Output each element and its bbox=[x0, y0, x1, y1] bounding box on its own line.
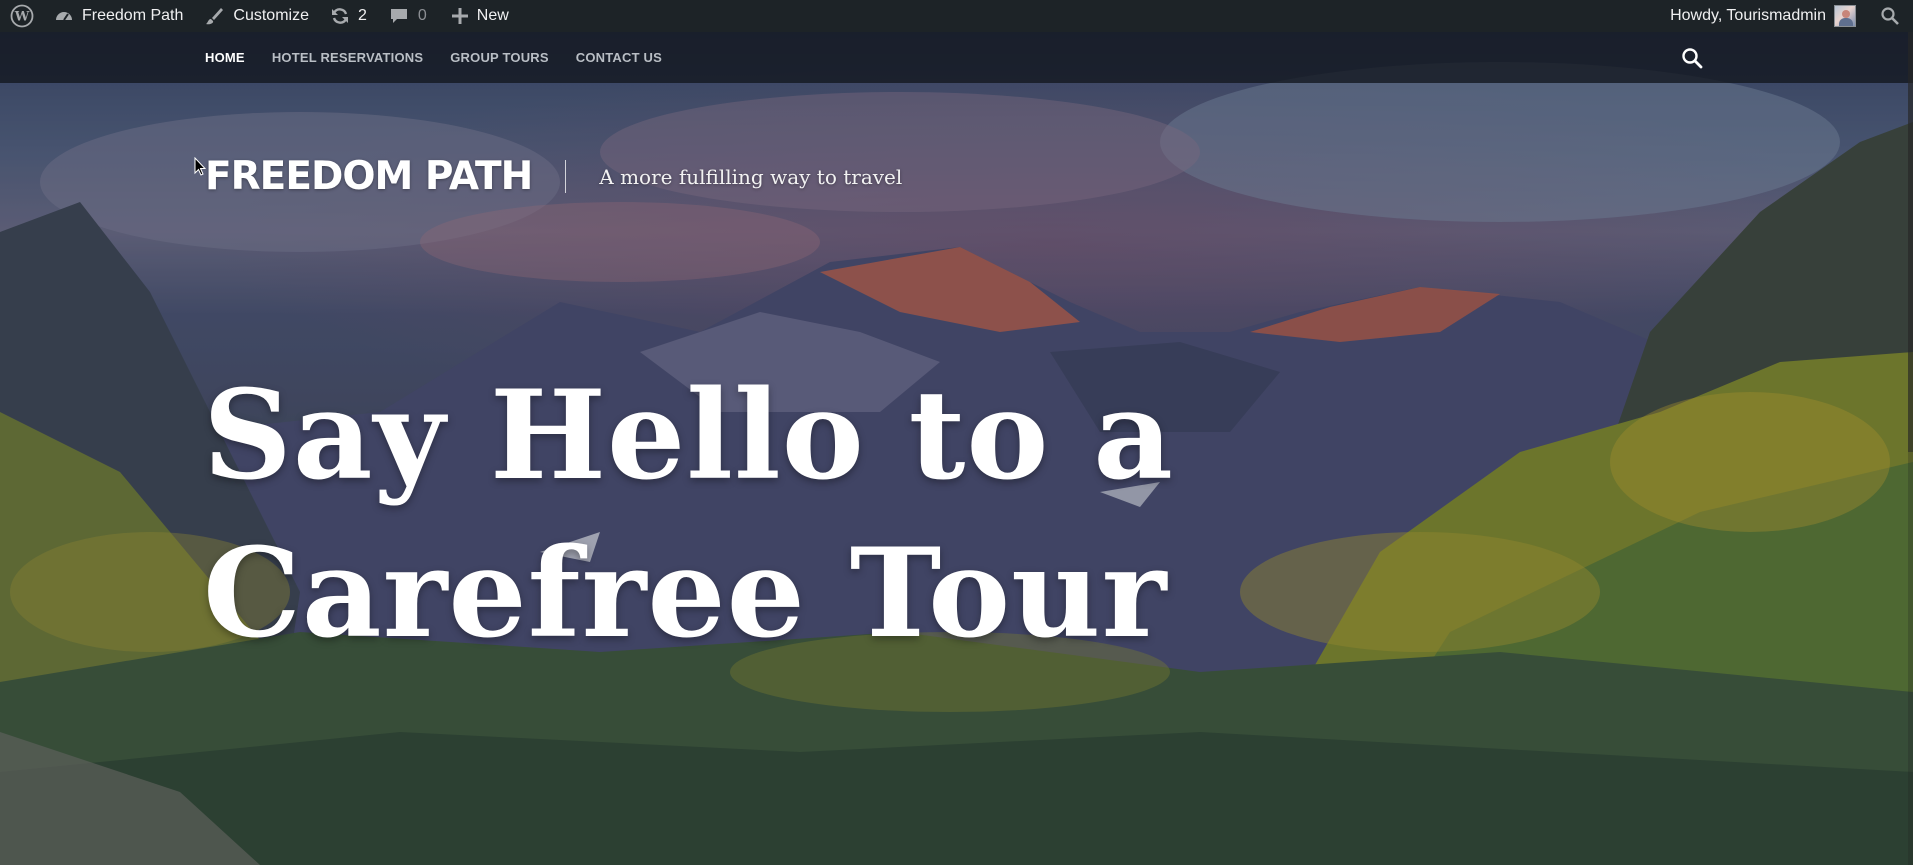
site-search-icon[interactable] bbox=[1680, 46, 1704, 70]
admin-bar: W Freedom Path Customize 2 0 New Howdy, … bbox=[0, 0, 1913, 32]
updates-refresh-icon bbox=[331, 8, 348, 24]
site-name-label: Freedom Path bbox=[82, 7, 184, 24]
new-content-button[interactable]: New bbox=[427, 0, 509, 32]
nav-menu: HOME HOTEL RESERVATIONS GROUP TOURS CONT… bbox=[205, 50, 662, 65]
title-divider bbox=[565, 160, 567, 193]
nav-item-home[interactable]: HOME bbox=[205, 50, 245, 65]
mouse-cursor-icon bbox=[194, 157, 206, 176]
nav-item-contact-us[interactable]: CONTACT US bbox=[576, 50, 662, 65]
site-branding: FREEDOM PATH A more fulfilling way to tr… bbox=[205, 154, 902, 199]
nav-item-hotel-reservations[interactable]: HOTEL RESERVATIONS bbox=[272, 50, 423, 65]
plus-icon bbox=[451, 8, 468, 24]
updates-count: 2 bbox=[357, 7, 367, 24]
site-name-menu[interactable]: Freedom Path bbox=[42, 0, 183, 32]
comments-button[interactable]: 0 bbox=[367, 0, 427, 32]
new-label: New bbox=[476, 7, 509, 24]
comment-bubble-icon bbox=[390, 9, 407, 23]
dashboard-gauge-icon bbox=[56, 12, 72, 21]
scrollbar-thumb[interactable] bbox=[1908, 32, 1913, 452]
paintbrush-icon bbox=[206, 8, 224, 25]
hero-headline: Say Hello to a Carefree Tour bbox=[203, 364, 1174, 666]
my-account-menu[interactable]: Howdy, Tourismadmin bbox=[1670, 0, 1870, 32]
search-icon bbox=[1881, 7, 1899, 25]
svg-text:W: W bbox=[14, 10, 30, 25]
customize-label: Customize bbox=[233, 7, 309, 24]
hero-section: HOME HOTEL RESERVATIONS GROUP TOURS CONT… bbox=[0, 32, 1913, 865]
updates-button[interactable]: 2 bbox=[309, 0, 367, 32]
page-scrollbar[interactable] bbox=[1908, 32, 1913, 865]
site-tagline: A more fulfilling way to travel bbox=[599, 164, 903, 189]
wordpress-icon: W bbox=[10, 4, 34, 28]
nav-item-group-tours[interactable]: GROUP TOURS bbox=[450, 50, 549, 65]
primary-navigation: HOME HOTEL RESERVATIONS GROUP TOURS CONT… bbox=[0, 32, 1913, 83]
howdy-greeting: Howdy, Tourismadmin bbox=[1670, 7, 1826, 24]
comments-count: 0 bbox=[417, 7, 427, 24]
customize-button[interactable]: Customize bbox=[183, 0, 309, 32]
wordpress-logo-button[interactable]: W bbox=[2, 0, 42, 32]
site-title[interactable]: FREEDOM PATH bbox=[205, 154, 533, 199]
admin-search-button[interactable] bbox=[1870, 0, 1910, 32]
avatar bbox=[1834, 5, 1856, 27]
